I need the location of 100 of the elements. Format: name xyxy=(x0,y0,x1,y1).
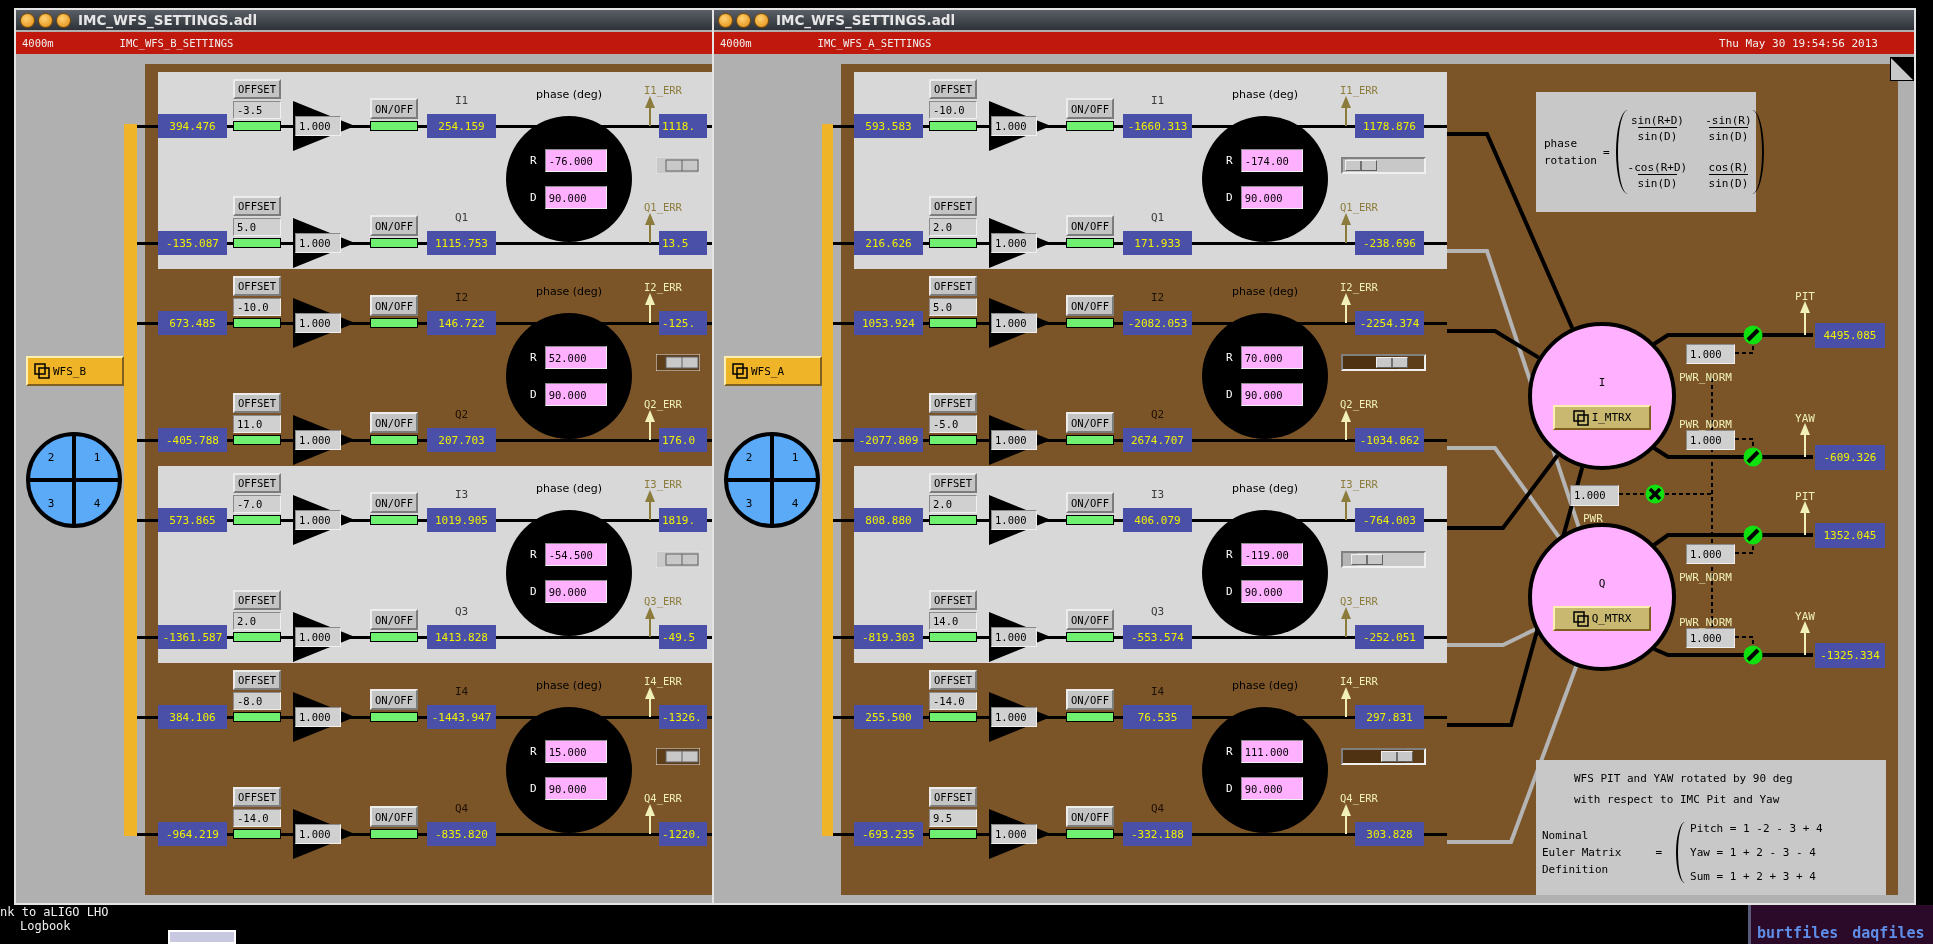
offset-button[interactable]: OFFSET xyxy=(233,276,281,296)
offset-field[interactable]: 5.0 xyxy=(233,218,281,236)
on-off-button[interactable]: ON/OFF xyxy=(1066,492,1114,513)
phase-field[interactable]: -76.000 xyxy=(544,149,607,172)
on-off-button[interactable]: ON/OFF xyxy=(1066,806,1114,827)
phase-field[interactable]: -119.00 xyxy=(1240,543,1303,566)
offset-field[interactable]: -8.0 xyxy=(233,692,281,710)
offset-button[interactable]: OFFSET xyxy=(929,196,977,216)
phase-field[interactable]: -174.00 xyxy=(1240,149,1303,172)
gain-field[interactable]: 1.000 xyxy=(295,313,341,333)
gain-field[interactable]: 1.000 xyxy=(991,313,1037,333)
slider-drawing[interactable] xyxy=(656,748,700,765)
phase-field[interactable]: -54.500 xyxy=(544,543,607,566)
offset-field[interactable]: -7.0 xyxy=(233,495,281,513)
offset-field[interactable]: 2.0 xyxy=(233,612,281,630)
offset-field[interactable]: 14.0 xyxy=(929,612,977,630)
offset-field[interactable]: 5.0 xyxy=(929,298,977,316)
gain-field[interactable]: 1.000 xyxy=(991,116,1037,136)
phase-field[interactable]: 90.000 xyxy=(1240,383,1303,406)
on-off-button[interactable]: ON/OFF xyxy=(370,215,418,236)
offset-button[interactable]: OFFSET xyxy=(233,196,281,216)
gain-field[interactable]: 1.000 xyxy=(295,430,341,450)
phase-slider[interactable] xyxy=(1341,551,1426,568)
on-off-button[interactable]: ON/OFF xyxy=(370,689,418,710)
offset-field[interactable]: -14.0 xyxy=(929,692,977,710)
offset-button[interactable]: OFFSET xyxy=(233,670,281,690)
offset-field[interactable]: 2.0 xyxy=(929,495,977,513)
phase-field[interactable]: 90.000 xyxy=(1240,777,1303,800)
slider-thumb[interactable] xyxy=(1351,554,1384,565)
gain-field[interactable]: 1.000 xyxy=(295,824,341,844)
on-off-button[interactable]: ON/OFF xyxy=(1066,609,1114,630)
on-off-button[interactable]: ON/OFF xyxy=(370,98,418,119)
on-off-button[interactable]: ON/OFF xyxy=(370,609,418,630)
slider-drawing[interactable] xyxy=(656,157,700,174)
offset-field[interactable]: -3.5 xyxy=(233,101,281,119)
on-off-button[interactable]: ON/OFF xyxy=(1066,412,1114,433)
on-off-button[interactable]: ON/OFF xyxy=(1066,295,1114,316)
phase-field[interactable]: 111.000 xyxy=(1240,740,1303,763)
offset-button[interactable]: OFFSET xyxy=(929,79,977,99)
on-off-button[interactable]: ON/OFF xyxy=(1066,98,1114,119)
related-display-button[interactable]: WFS_A xyxy=(724,356,822,386)
phase-field[interactable]: 90.000 xyxy=(544,186,607,209)
gain-field[interactable]: 1.000 xyxy=(991,824,1037,844)
offset-button[interactable]: OFFSET xyxy=(233,79,281,99)
phase-field[interactable]: 90.000 xyxy=(1240,580,1303,603)
on-off-button[interactable]: ON/OFF xyxy=(370,412,418,433)
phase-slider[interactable] xyxy=(1341,354,1426,371)
offset-button[interactable]: OFFSET xyxy=(233,473,281,493)
minimize-button[interactable] xyxy=(736,12,751,28)
offset-field[interactable]: -14.0 xyxy=(233,809,281,827)
gain-field[interactable]: 1.000 xyxy=(991,430,1037,450)
related-display-button[interactable]: WFS_B xyxy=(26,356,124,386)
slider-drawing[interactable] xyxy=(656,354,700,371)
on-off-button[interactable]: ON/OFF xyxy=(370,806,418,827)
gain-field[interactable]: 1.000 xyxy=(295,116,341,136)
on-off-button[interactable]: ON/OFF xyxy=(370,295,418,316)
gain-field[interactable]: 1.000 xyxy=(991,510,1037,530)
close-button[interactable] xyxy=(718,12,733,28)
matrix-button[interactable]: Q_MTRX xyxy=(1553,606,1651,631)
offset-button[interactable]: OFFSET xyxy=(929,276,977,296)
phase-field[interactable]: 90.000 xyxy=(1240,186,1303,209)
offset-button[interactable]: OFFSET xyxy=(929,473,977,493)
gain-field[interactable]: 1.000 xyxy=(991,233,1037,253)
on-off-button[interactable]: ON/OFF xyxy=(1066,689,1114,710)
offset-field[interactable]: 11.0 xyxy=(233,415,281,433)
phase-field[interactable]: 90.000 xyxy=(544,777,607,800)
close-button[interactable] xyxy=(20,12,35,28)
offset-button[interactable]: OFFSET xyxy=(233,393,281,413)
gain-field[interactable]: 1.000 xyxy=(991,707,1037,727)
offset-field[interactable]: -5.0 xyxy=(929,415,977,433)
offset-field[interactable]: 9.5 xyxy=(929,809,977,827)
phase-field[interactable]: 90.000 xyxy=(544,383,607,406)
offset-button[interactable]: OFFSET xyxy=(233,787,281,807)
maximize-button[interactable] xyxy=(754,12,769,28)
slider-drawing[interactable] xyxy=(656,551,700,568)
taskbar-item[interactable]: burtfiles xyxy=(1757,924,1839,942)
phase-field[interactable]: 52.000 xyxy=(544,346,607,369)
phase-slider[interactable] xyxy=(1341,748,1426,765)
gain-field[interactable]: 1.000 xyxy=(991,627,1037,647)
phase-field[interactable]: 15.000 xyxy=(544,740,607,763)
matrix-button[interactable]: I_MTRX xyxy=(1553,405,1651,430)
slider-thumb[interactable] xyxy=(1381,751,1414,762)
offset-button[interactable]: OFFSET xyxy=(929,787,977,807)
offset-button[interactable]: OFFSET xyxy=(233,590,281,610)
minimize-button[interactable] xyxy=(38,12,53,28)
norm-field[interactable]: 1.000 xyxy=(1686,344,1735,364)
phase-field[interactable]: 90.000 xyxy=(544,580,607,603)
norm-field[interactable]: 1.000 xyxy=(1686,430,1735,450)
offset-button[interactable]: OFFSET xyxy=(929,393,977,413)
slider-thumb[interactable] xyxy=(1345,160,1378,171)
on-off-button[interactable]: ON/OFF xyxy=(370,492,418,513)
offset-field[interactable]: 2.0 xyxy=(929,218,977,236)
gain-field[interactable]: 1.000 xyxy=(295,707,341,727)
norm-field[interactable]: 1.000 xyxy=(1686,544,1735,564)
on-off-button[interactable]: ON/OFF xyxy=(1066,215,1114,236)
taskbar-item[interactable]: daqfiles xyxy=(1852,924,1925,942)
phase-field[interactable]: 70.000 xyxy=(1240,346,1303,369)
gain-field[interactable]: 1.000 xyxy=(295,627,341,647)
gain-field[interactable]: 1.000 xyxy=(295,510,341,530)
maximize-button[interactable] xyxy=(56,12,71,28)
